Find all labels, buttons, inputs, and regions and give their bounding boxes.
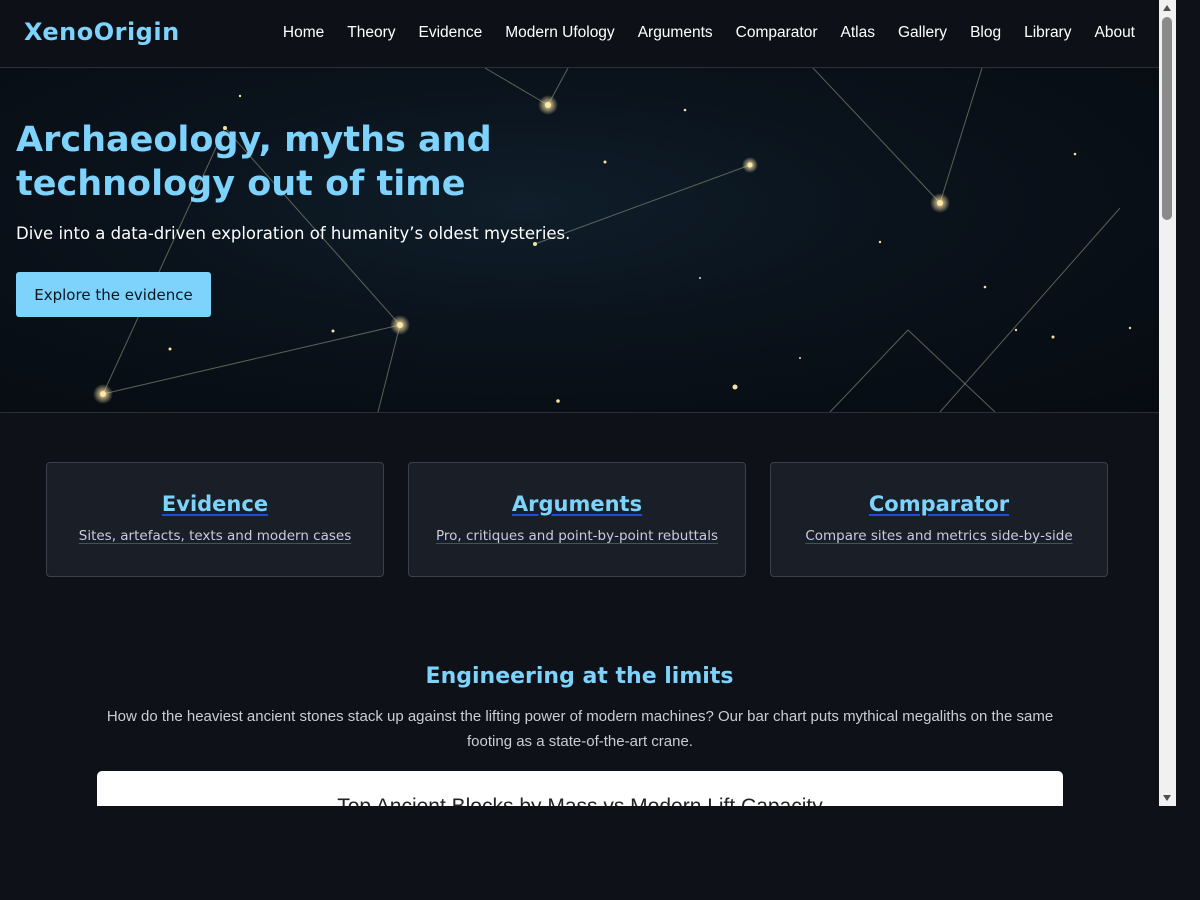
card-title: Comparator	[868, 492, 1010, 516]
hero-title: Archaeology, myths and technology out of…	[16, 120, 492, 204]
nav-modern-ufology[interactable]: Modern Ufology	[505, 24, 614, 42]
feature-cards: Evidence Sites, artefacts, texts and mod…	[46, 462, 1108, 577]
nav-comparator[interactable]: Comparator	[736, 24, 818, 42]
nav-evidence[interactable]: Evidence	[419, 24, 483, 42]
nav-about[interactable]: About	[1094, 24, 1135, 42]
page-viewport: XenoOrigin Home Theory Evidence Modern U…	[0, 0, 1159, 806]
card-title: Evidence	[161, 492, 269, 516]
scrollbar-thumb[interactable]	[1162, 17, 1172, 220]
chart-title: Top Ancient Blocks by Mass vs Modern Lif…	[97, 795, 1063, 806]
scroll-down-arrow-icon[interactable]	[1163, 795, 1171, 801]
nav-blog[interactable]: Blog	[970, 24, 1001, 42]
nav-arguments[interactable]: Arguments	[638, 24, 713, 42]
nav-theory[interactable]: Theory	[347, 24, 395, 42]
chart-container: Top Ancient Blocks by Mass vs Modern Lif…	[97, 771, 1063, 806]
card-comparator[interactable]: Comparator Compare sites and metrics sid…	[770, 462, 1108, 577]
card-evidence[interactable]: Evidence Sites, artefacts, texts and mod…	[46, 462, 384, 577]
page-scrollbar[interactable]	[1159, 0, 1176, 806]
site-logo[interactable]: XenoOrigin	[24, 18, 180, 46]
window-bottom-area	[0, 806, 1200, 900]
nav-library[interactable]: Library	[1024, 24, 1071, 42]
scroll-up-arrow-icon[interactable]	[1163, 5, 1171, 11]
card-description: Compare sites and metrics side‑by‑side	[805, 528, 1073, 544]
card-description: Pro, critiques and point‑by‑point rebutt…	[436, 528, 718, 544]
card-description: Sites, artefacts, texts and modern cases	[78, 528, 352, 544]
site-header: XenoOrigin Home Theory Evidence Modern U…	[0, 0, 1159, 68]
card-title: Arguments	[511, 492, 643, 516]
section-description: How do the heaviest ancient stones stack…	[106, 708, 1054, 750]
nav-home[interactable]: Home	[283, 24, 324, 42]
hero-subtitle: Dive into a data-driven exploration of h…	[16, 224, 571, 243]
nav-gallery[interactable]: Gallery	[898, 24, 947, 42]
main-nav: Home Theory Evidence Modern Ufology Argu…	[283, 24, 1135, 42]
section-title: Engineering at the limits	[425, 664, 734, 689]
nav-atlas[interactable]: Atlas	[840, 24, 874, 42]
hero-section: Archaeology, myths and technology out of…	[0, 68, 1159, 413]
card-arguments[interactable]: Arguments Pro, critiques and point‑by‑po…	[408, 462, 746, 577]
explore-evidence-button[interactable]: Explore the evidence	[16, 272, 211, 317]
